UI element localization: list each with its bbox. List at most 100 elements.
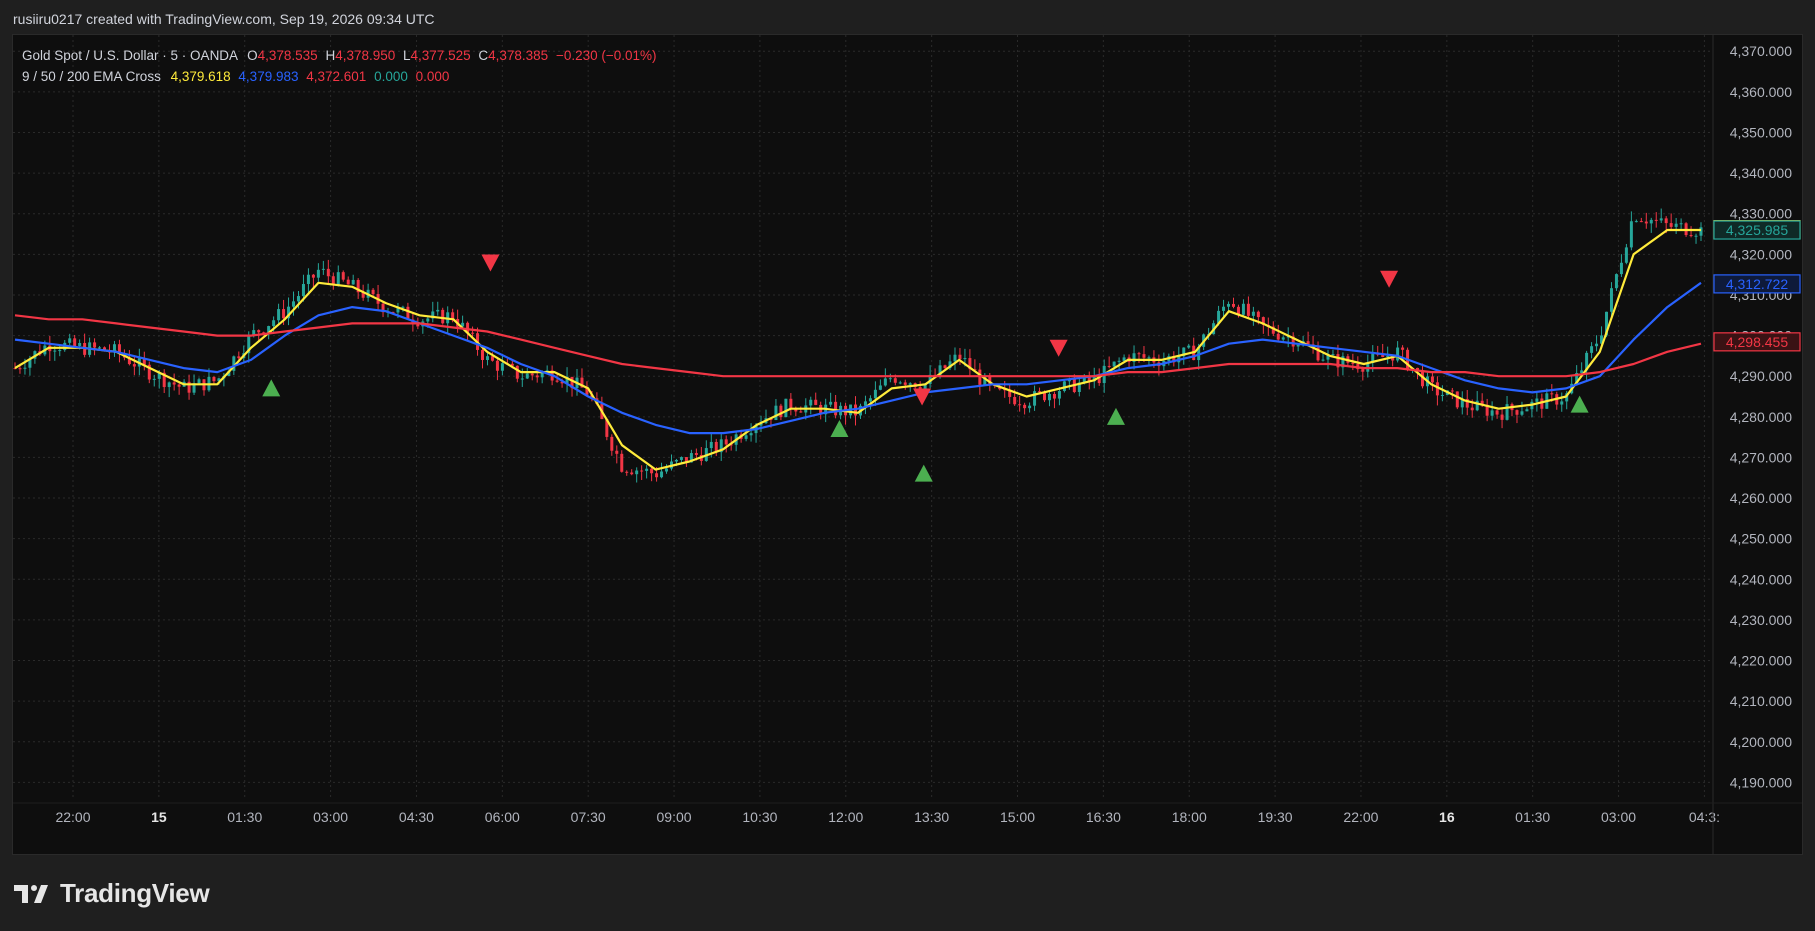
candle-body [1669,223,1673,227]
footer-brand[interactable]: TradingView [14,876,210,910]
candle-body [306,274,310,285]
candle-body [655,473,659,478]
candle-body [868,398,872,402]
candle-body [1276,333,1280,340]
candle-body [1013,396,1017,405]
candle-body [1609,288,1613,312]
top-bar: rusiiru0217 created with TradingView.com… [0,0,1815,34]
candle-body [829,401,833,405]
candle-body [341,272,345,280]
candle-body [674,459,678,462]
candle-body [784,398,788,418]
y-tick-label: 4,280.000 [1730,409,1792,425]
candle-body [1649,219,1653,224]
candle-body [1450,390,1454,392]
price-tag: 4,298.455 [1713,332,1801,352]
symbol-label[interactable]: Gold Spot / U.S. Dollar · 5 · OANDA [22,48,237,63]
x-tick-label: 22:00 [55,809,90,825]
candle-body [525,373,529,379]
candle-body [749,433,753,436]
candle-body [1694,235,1698,237]
y-tick-label: 4,190.000 [1730,774,1792,790]
candle-body [177,384,181,387]
candle-body [351,279,355,285]
candle-body [1047,393,1051,401]
candle-body [774,405,778,421]
candle-body [943,365,947,369]
candle-body [1515,410,1519,415]
candle-body [371,289,375,295]
close-value: 4,378.385 [488,48,549,63]
x-tick-label: 01:30 [1515,809,1550,825]
price-chart[interactable]: 4,370.000 4,360.000 4,350.000 4,340.000 4,33… [13,35,1802,854]
candle-body [1331,354,1335,356]
indicator-name[interactable]: 9 / 50 / 200 EMA Cross [22,69,161,84]
legend-row-indicator: 9 / 50 / 200 EMA Cross 4,379.618 4,379.9… [22,66,657,87]
y-tick-label: 4,260.000 [1730,490,1792,506]
candle-body [336,272,340,286]
candle-body [744,435,748,439]
y-tick-label: 4,290.000 [1730,368,1792,384]
x-tick-label: 13:30 [914,809,949,825]
y-tick-label: 4,230.000 [1730,612,1792,628]
candle-body [152,378,156,380]
y-tick-label: 4,360.000 [1730,84,1792,100]
tradingview-logo-icon [14,885,48,903]
candle-body [98,347,102,349]
credit-text: rusiiru0217 created with TradingView.com… [13,11,435,27]
candle-body [1246,303,1250,316]
price-tag: 4,325.985 [1713,220,1801,240]
candle-body [1057,391,1061,399]
candle-body [863,401,867,406]
candle-body [953,354,957,362]
high-label: H [325,48,336,63]
open-value: 4,378.535 [257,48,318,63]
candle-body [23,367,27,369]
y-tick-label: 4,330.000 [1730,206,1792,222]
x-tick-label: 07:30 [571,809,606,825]
candle-body [1470,407,1474,411]
y-tick-label: 4,200.000 [1730,734,1792,750]
candle-body [635,470,639,475]
candle-body [834,401,838,416]
candle-body [908,383,912,385]
candle-body [530,373,534,376]
candle-body [630,472,634,475]
candle-body [1659,218,1663,221]
candle-body [301,284,305,297]
x-tick-label: 10:30 [742,809,777,825]
candle-body [660,471,664,478]
candle-body [1689,235,1693,237]
candle-body [1679,223,1683,225]
candle-body [1112,361,1116,367]
candle-body [625,471,629,473]
candle-body [282,309,286,319]
x-tick-label: 19:30 [1258,809,1293,825]
y-tick-label: 4,270.000 [1730,449,1792,465]
candle-body [257,330,261,333]
x-tick-label: 16:30 [1086,809,1121,825]
candle-body [321,268,325,270]
candle-body [296,296,300,302]
candle-body [1117,360,1121,362]
candle-body [779,405,783,418]
chart-panel[interactable]: 4,370.000 4,360.000 4,350.000 4,340.000 4,33… [12,34,1803,855]
candle-body [883,378,887,386]
chart-legend: Gold Spot / U.S. Dollar · 5 · OANDA O4,3… [22,45,657,87]
candle-body [481,349,485,360]
x-tick-label: 04:3: [1689,809,1720,825]
candle-body [18,368,22,370]
candle-body [898,382,902,384]
candle-body [1664,218,1668,224]
y-tick-label: 4,240.000 [1730,571,1792,587]
candle-body [1595,343,1599,347]
candle-body [471,332,475,334]
x-tick-label: 15:00 [1000,809,1035,825]
candle-body [1351,362,1355,364]
candle-body [272,320,276,327]
candle-body [1052,393,1056,399]
x-tick-label: 18:00 [1172,809,1207,825]
candle-body [1251,311,1255,316]
candle-body [441,309,445,324]
candle-body [346,279,350,285]
